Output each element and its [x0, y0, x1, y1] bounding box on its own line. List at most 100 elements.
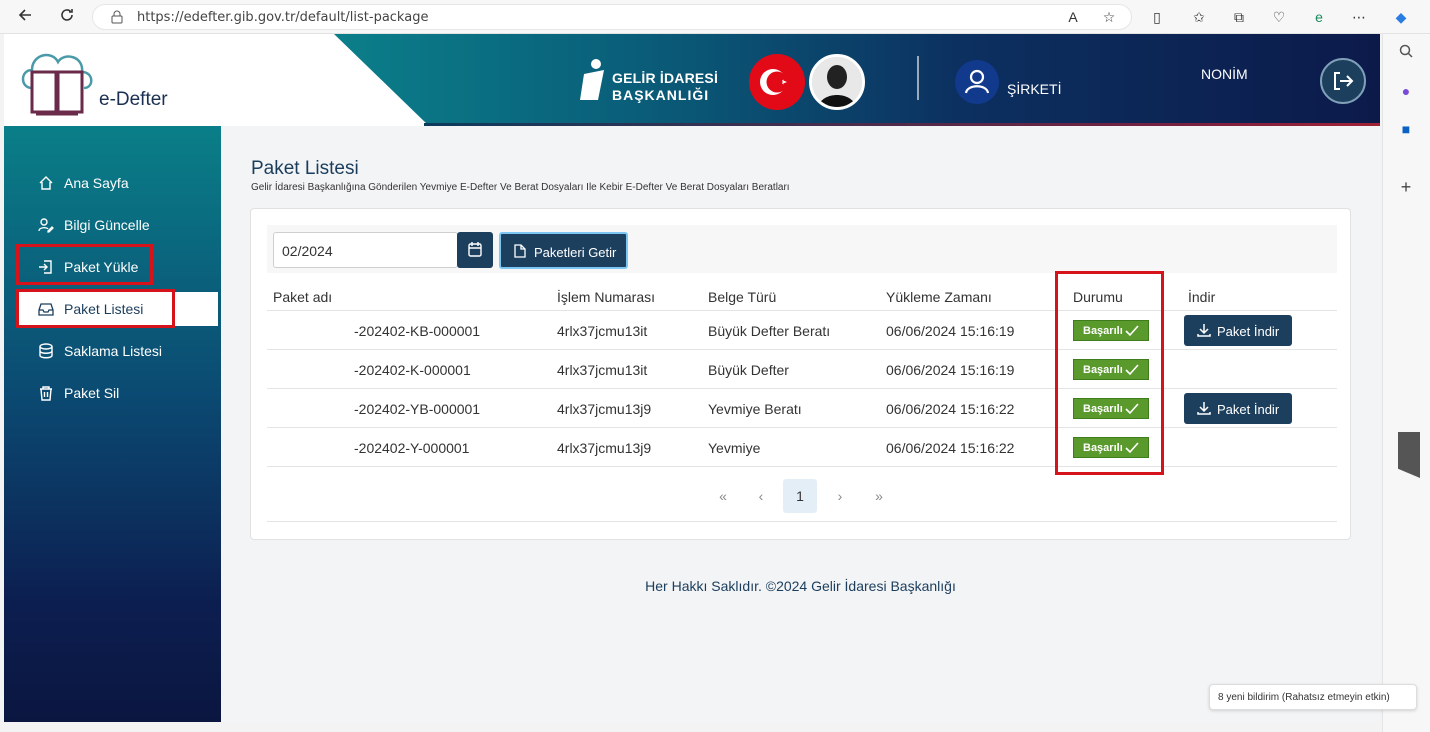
edefter-logo-icon — [21, 53, 93, 116]
search-icon[interactable] — [1395, 42, 1417, 64]
sidebar-item-saklama-listesi[interactable]: Saklama Listesi — [18, 334, 218, 368]
gib-logo: GELİR İDARESİ BAŞKANLIĞI — [576, 56, 736, 106]
sidebar-item-paket-sil[interactable]: Paket Sil — [18, 376, 218, 410]
download-package-button[interactable]: Paket İndir — [1184, 315, 1292, 346]
database-icon — [39, 343, 53, 359]
download-icon — [1197, 402, 1211, 415]
download-icon — [1197, 324, 1211, 337]
table-divider — [267, 466, 1337, 467]
highlight-box-paket-yukle — [16, 244, 153, 285]
collections-icon[interactable]: ⧉ — [1228, 6, 1250, 28]
more-menu-icon[interactable]: ⋯ — [1348, 6, 1370, 28]
table-divider — [267, 388, 1337, 389]
favorites-icon[interactable]: ✩ — [1188, 6, 1210, 28]
user-avatar[interactable] — [955, 60, 999, 104]
table-divider — [267, 521, 1337, 522]
col-header-paket-adi: Paket adı — [273, 289, 333, 305]
page-title: Paket Listesi — [251, 158, 359, 179]
table-divider — [267, 310, 1337, 311]
col-header-islem-numarasi: İşlem Numarası — [557, 289, 656, 305]
download-label: Paket İndir — [1217, 402, 1280, 417]
browser-toolbar: https://edefter.gib.gov.tr/default/list-… — [0, 0, 1430, 34]
cell-document-type: Büyük Defter — [708, 362, 789, 378]
copilot-icon[interactable]: ◆ — [1390, 6, 1412, 28]
highlight-box-paket-listesi — [16, 289, 175, 328]
outlook-icon[interactable]: ■ — [1395, 118, 1417, 140]
logout-button[interactable] — [1320, 58, 1366, 104]
address-bar[interactable]: https://edefter.gib.gov.tr/default/list-… — [92, 4, 1132, 30]
sidebar: Ana Sayfa Bilgi Güncelle Paket Yükle Pak… — [4, 126, 221, 722]
app-name: e-Defter — [99, 89, 168, 110]
table-divider — [267, 349, 1337, 350]
sidebar-item-label: Saklama Listesi — [64, 343, 163, 359]
refresh-icon[interactable] — [56, 6, 78, 28]
cell-transaction-number: 4rlx37jcmu13j9 — [557, 440, 652, 456]
company-name: ŞİRKETİ — [1007, 81, 1062, 97]
browser-essentials-icon[interactable]: ♡ — [1268, 6, 1290, 28]
user-edit-icon — [38, 218, 54, 233]
highlight-box-durumu — [1055, 271, 1164, 475]
main-content: Paket Listesi Gelir İdaresi Başkanlığına… — [221, 126, 1380, 722]
pager-next[interactable]: › — [828, 479, 852, 513]
cell-transaction-number: 4rlx37jcmu13it — [557, 362, 648, 378]
user-name: NONİM — [1201, 66, 1248, 82]
calendar-button[interactable] — [457, 232, 493, 268]
logout-icon — [1334, 72, 1354, 90]
calendar-icon — [468, 242, 482, 257]
get-packages-label: Paketleri Getir — [534, 245, 617, 260]
gib-name-line2: BAŞKANLIĞI — [612, 87, 710, 103]
cell-upload-time: 06/06/2024 15:16:19 — [886, 362, 1015, 378]
read-aloud-icon[interactable]: A — [1062, 6, 1084, 28]
split-screen-icon[interactable]: ▯ — [1146, 6, 1168, 28]
pager-last[interactable]: » — [865, 479, 893, 513]
col-header-yukleme-zamani: Yükleme Zamanı — [886, 289, 992, 305]
user-icon — [964, 69, 990, 94]
cell-package-name: -202402-KB-000001 — [354, 323, 481, 339]
cell-package-name: -202402-K-000001 — [354, 362, 471, 378]
sidebar-item-label: Bilgi Güncelle — [64, 217, 150, 233]
turkish-flag-icon — [749, 54, 805, 110]
cell-package-name: -202402-Y-000001 — [354, 440, 470, 456]
download-package-button[interactable]: Paket İndir — [1184, 393, 1292, 424]
edge-icon[interactable]: e — [1308, 6, 1330, 28]
col-header-indir: İndir — [1188, 289, 1216, 305]
favorite-star-icon[interactable]: ☆ — [1098, 6, 1120, 28]
copilot-sidebar-icon[interactable]: ● — [1395, 80, 1417, 102]
pager-prev[interactable]: ‹ — [749, 479, 773, 513]
back-arrow-icon[interactable] — [14, 6, 36, 28]
trash-icon — [40, 386, 52, 401]
sidebar-item-label: Paket Sil — [64, 385, 120, 401]
notification-toast[interactable]: 8 yeni bildirim (Rahatsız etmeyin etkin) — [1209, 684, 1417, 710]
pager-page-1[interactable]: 1 — [783, 479, 817, 513]
gib-name-line1: GELİR İDARESİ — [612, 70, 719, 86]
download-label: Paket İndir — [1217, 324, 1280, 339]
site-header: e-Defter GELİR İDARESİ BAŞKANLIĞI ŞİRKET… — [4, 34, 1380, 126]
table-divider — [267, 427, 1337, 428]
web-page: e-Defter GELİR İDARESİ BAŞKANLIĞI ŞİRKET… — [4, 34, 1380, 722]
cell-document-type: Yevmiye Beratı — [708, 401, 802, 417]
gib-emblem-icon — [580, 59, 604, 100]
sidebar-item-label: Ana Sayfa — [64, 175, 129, 191]
package-card: 02/2024 Paketleri Getir Paket adı İşlem … — [250, 208, 1351, 540]
period-input[interactable]: 02/2024 — [273, 232, 458, 268]
cell-upload-time: 06/06/2024 15:16:22 — [886, 401, 1015, 417]
add-icon[interactable]: + — [1395, 176, 1417, 198]
get-packages-button[interactable]: Paketleri Getir — [499, 232, 628, 269]
sidebar-item-bilgi-guncelle[interactable]: Bilgi Güncelle — [18, 208, 218, 242]
cell-upload-time: 06/06/2024 15:16:22 — [886, 440, 1015, 456]
home-icon — [39, 176, 53, 190]
sidebar-item-ana-sayfa[interactable]: Ana Sayfa — [18, 166, 218, 200]
page-subtitle: Gelir İdaresi Başkanlığına Gönderilen Ye… — [251, 182, 790, 193]
col-header-belge-turu: Belge Türü — [708, 289, 777, 305]
file-icon — [514, 244, 526, 258]
cell-transaction-number: 4rlx37jcmu13j9 — [557, 401, 652, 417]
lock-icon — [111, 10, 123, 24]
header-divider — [917, 56, 919, 100]
cell-document-type: Yevmiye — [708, 440, 761, 456]
cell-document-type: Büyük Defter Beratı — [708, 323, 831, 339]
cell-upload-time: 06/06/2024 15:16:19 — [886, 323, 1015, 339]
pager-first[interactable]: « — [709, 479, 737, 513]
footer-copyright: Her Hakkı Saklıdır. ©2024 Gelir İdaresi … — [645, 578, 956, 594]
browser-sidebar: ● ■ + — [1382, 34, 1430, 732]
cell-transaction-number: 4rlx37jcmu13it — [557, 323, 648, 339]
